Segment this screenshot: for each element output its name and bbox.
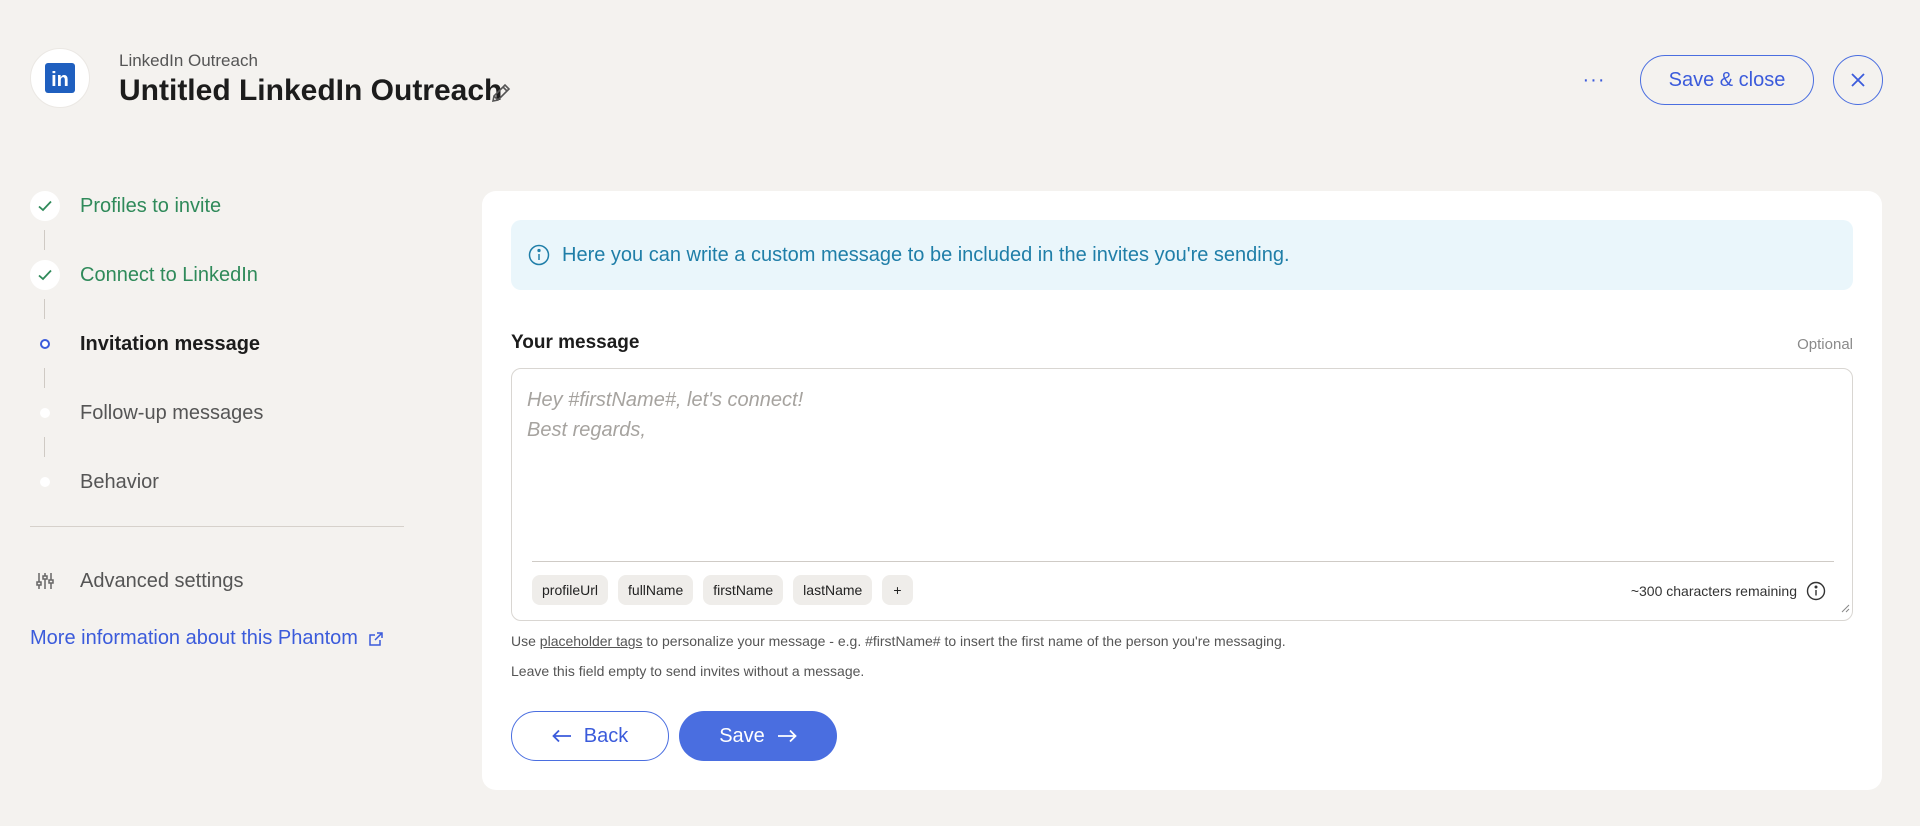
back-button[interactable]: Back	[511, 711, 669, 761]
linkedin-logo-text: in	[51, 69, 69, 91]
active-step-dot-icon	[30, 329, 60, 359]
step-connector	[44, 230, 45, 250]
tag-firstname[interactable]: firstName	[703, 575, 784, 605]
arrow-left-icon	[551, 729, 572, 743]
optional-label: Optional	[1797, 336, 1853, 353]
more-info-link[interactable]: More information about this Phantom	[30, 627, 384, 650]
step-connector	[44, 437, 45, 457]
save-close-button[interactable]: Save & close	[1640, 55, 1814, 105]
step-label: Follow-up messages	[80, 401, 264, 424]
check-icon	[30, 191, 60, 221]
tag-profileurl[interactable]: profileUrl	[532, 575, 609, 605]
close-button[interactable]	[1833, 55, 1883, 105]
info-circle-icon[interactable]	[1806, 581, 1826, 601]
message-textarea[interactable]	[527, 385, 1827, 555]
message-field-label: Your message	[511, 332, 640, 353]
advanced-settings-link[interactable]: Advanced settings	[30, 562, 243, 600]
pencil-icon[interactable]	[488, 80, 514, 106]
add-tag-button[interactable]: +	[882, 575, 913, 605]
placeholder-tags: profileUrl fullName firstName lastName +	[532, 575, 913, 605]
step-connect-to-linkedin[interactable]: Connect to LinkedIn	[30, 255, 405, 295]
help-suffix: to personalize your message - e.g. #firs…	[642, 633, 1286, 649]
close-icon	[1851, 73, 1865, 87]
check-icon	[30, 260, 60, 290]
info-banner: Here you can write a custom message to b…	[511, 220, 1853, 290]
resize-grip-icon[interactable]	[1840, 600, 1850, 618]
page-title: Untitled LinkedIn Outreach	[119, 74, 503, 107]
more-info-label: More information about this Phantom	[30, 627, 358, 649]
tag-fullname[interactable]: fullName	[618, 575, 694, 605]
step-label: Connect to LinkedIn	[80, 263, 258, 286]
sliders-icon	[30, 566, 60, 596]
step-label: Invitation message	[80, 332, 261, 355]
step-invitation-message[interactable]: Invitation message	[30, 324, 405, 364]
chars-remaining: ~300 characters remaining	[1631, 581, 1826, 601]
step-behavior[interactable]: Behavior	[30, 462, 405, 502]
message-box-divider	[532, 561, 1834, 562]
linkedin-logo-icon: in	[30, 48, 90, 108]
more-options-button[interactable]: ···	[1578, 64, 1610, 96]
help-prefix: Use	[511, 633, 540, 649]
arrow-right-icon	[777, 729, 797, 743]
tag-lastname[interactable]: lastName	[793, 575, 873, 605]
pending-step-dot-icon	[30, 467, 60, 497]
pending-step-dot-icon	[30, 398, 60, 428]
step-label: Behavior	[80, 470, 159, 493]
step-follow-up-messages[interactable]: Follow-up messages	[30, 393, 405, 433]
help-text-placeholders: Use placeholder tags to personalize your…	[511, 633, 1286, 649]
step-connector	[44, 368, 45, 388]
info-circle-icon	[528, 244, 550, 266]
save-button[interactable]: Save	[679, 711, 837, 761]
chars-remaining-text: ~300 characters remaining	[1630, 583, 1797, 599]
step-label: Profiles to invite	[80, 194, 222, 217]
save-label: Save	[719, 724, 765, 747]
external-link-icon	[368, 631, 384, 647]
advanced-settings-label: Advanced settings	[80, 569, 244, 592]
more-options-icon: ···	[1582, 68, 1606, 91]
help-text-empty: Leave this field empty to send invites w…	[511, 663, 865, 679]
step-profiles-to-invite[interactable]: Profiles to invite	[30, 186, 405, 226]
sidebar-divider	[30, 526, 404, 527]
placeholder-tags-link[interactable]: placeholder tags	[540, 633, 643, 649]
app-subtitle: LinkedIn Outreach	[119, 51, 258, 70]
info-text: Here you can write a custom message to b…	[562, 243, 1290, 266]
message-box: profileUrl fullName firstName lastName +…	[511, 368, 1853, 621]
main-card: Here you can write a custom message to b…	[482, 191, 1882, 790]
back-label: Back	[583, 724, 629, 747]
step-connector	[44, 299, 45, 319]
